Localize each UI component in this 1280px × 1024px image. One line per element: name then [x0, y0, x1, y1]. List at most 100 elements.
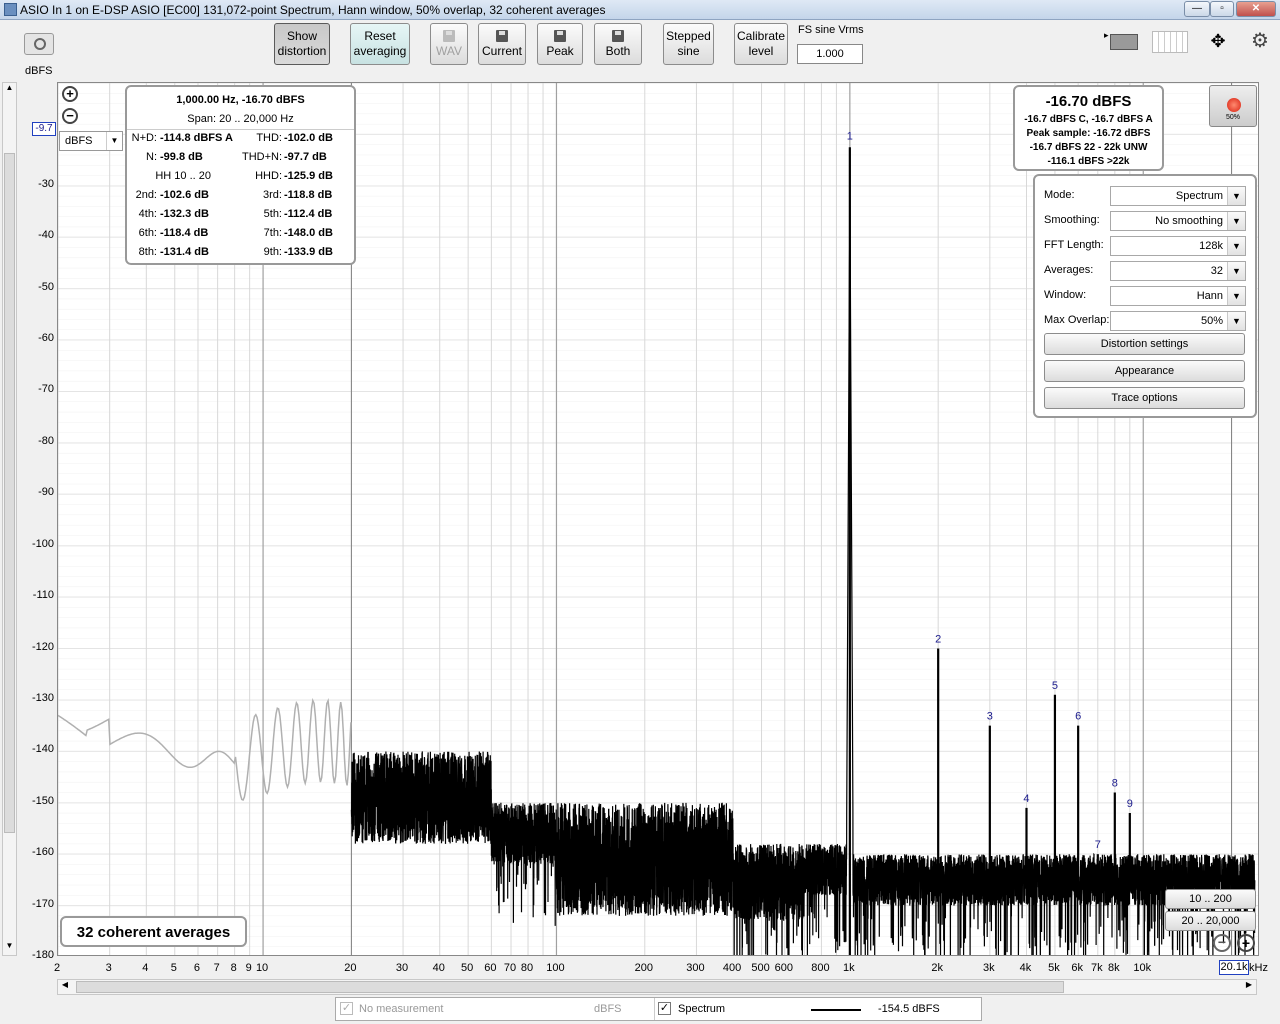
scroll-down-icon[interactable]: ▼ [3, 941, 16, 955]
range-20-20000-button[interactable]: 20 .. 20,000 [1165, 911, 1256, 931]
no-measurement-label: No measurement [359, 1003, 444, 1015]
chevron-down-icon: ▼ [1227, 262, 1245, 280]
reset-averaging-button[interactable]: Reset averaging [350, 23, 410, 65]
settings-dropdown[interactable]: 128k ▼ [1110, 236, 1246, 256]
y-tick-label: -50 [38, 280, 54, 293]
maximize-button[interactable]: ▫ [1210, 1, 1234, 17]
distortion-settings-button[interactable]: Distortion settings [1044, 333, 1245, 355]
settings-dropdown[interactable]: No smoothing ▼ [1110, 211, 1246, 231]
averages-badge-text: 32 coherent averages [76, 924, 231, 941]
y-tick-label: -170 [31, 897, 54, 910]
show-distortion-button[interactable]: Show distortion [274, 23, 330, 65]
scroll-left-icon[interactable]: ◀ [58, 980, 72, 994]
y-tick-label: -150 [31, 794, 54, 807]
distortion-value: -125.9 dB [284, 170, 333, 182]
distortion-label: N+D: [131, 132, 157, 144]
chevron-down-icon: ▼ [1227, 187, 1245, 205]
calibrate-level-button[interactable]: Calibrate level [734, 23, 788, 65]
wav-button[interactable]: WAV [430, 23, 468, 65]
fs-sine-label: FS sine Vrms [798, 24, 864, 36]
graph-layout-icon[interactable]: ▸ [1104, 30, 1140, 54]
chevron-down-icon: ▼ [1227, 237, 1245, 255]
zoom-in-icon[interactable]: + [1237, 934, 1255, 952]
close-button[interactable]: ✕ [1236, 1, 1276, 17]
distortion-panel: 1,000.00 Hz, -16.70 dBFS Span: 20 .. 20,… [125, 85, 356, 265]
chevron-down-icon: ▼ [106, 132, 122, 150]
grid-layout-icon[interactable] [1152, 31, 1188, 53]
save-icon [443, 29, 455, 42]
vertical-scroll-thumb[interactable] [4, 153, 15, 833]
camera-icon[interactable] [24, 33, 54, 55]
settings-dropdown[interactable]: 50% ▼ [1110, 311, 1246, 331]
settings-dropdown[interactable]: Spectrum ▼ [1110, 186, 1246, 206]
harmonic-label: 5 [1052, 680, 1058, 692]
level-line-4: -116.1 dBFS >22k [1047, 156, 1130, 167]
unit-select[interactable]: dBFS ▼ [59, 131, 123, 151]
gear-icon[interactable]: ⚙ [1248, 30, 1272, 54]
harmonic-label: 3 [987, 711, 993, 723]
no-measurement-checkbox[interactable]: ✓ [340, 1002, 353, 1015]
record-percent: 50% [1225, 114, 1240, 121]
pan-arrows-icon[interactable]: ✥ [1200, 30, 1236, 54]
level-line-2: Peak sample: -16.72 dBFS [1026, 128, 1151, 139]
y-tick-label: -70 [38, 383, 54, 396]
record-button[interactable]: 50% [1209, 85, 1257, 127]
settings-label: Mode: [1044, 189, 1075, 201]
zoom-out-icon[interactable]: − [1213, 934, 1231, 952]
distortion-header: 1,000.00 Hz, -16.70 dBFS [176, 94, 305, 106]
y-cursor-readout: -9.7 [32, 122, 56, 136]
trace-options-button[interactable]: Trace options [1044, 387, 1245, 409]
distortion-label: 6th: [138, 227, 157, 239]
minimize-button[interactable]: — [1184, 1, 1210, 17]
y-tick-label: -110 [32, 589, 54, 602]
scroll-right-icon[interactable]: ▶ [1242, 980, 1256, 994]
distortion-label: 9th: [263, 246, 282, 258]
distortion-label: 3rd: [263, 189, 282, 201]
appearance-button[interactable]: Appearance [1044, 360, 1245, 382]
x-tick-label: 30 [395, 962, 409, 974]
distortion-value: -112.4 dB [284, 208, 333, 220]
horizontal-scrollbar[interactable]: ◀ ▶ [57, 979, 1257, 995]
y-unit-label: dBFS [25, 65, 53, 77]
x-tick-label: 5 [170, 962, 177, 974]
distortion-value: -133.9 dB [284, 246, 333, 258]
fs-sine-input[interactable]: 1.000 [797, 44, 863, 64]
vertical-scrollbar[interactable]: ▲ ▼ [2, 82, 17, 956]
settings-label: Averages: [1044, 264, 1094, 276]
chevron-down-icon: ▼ [1227, 312, 1245, 330]
show-distortion-label-2: distortion [277, 44, 327, 58]
wav-label: WAV [436, 43, 462, 58]
save-peak-button[interactable]: Peak [537, 23, 583, 65]
x-tick-label: 5k [1048, 962, 1060, 974]
level-line-1: -16.7 dBFS C, -16.7 dBFS A [1024, 114, 1153, 125]
harmonic-label: 9 [1127, 798, 1133, 810]
zoom-out-icon[interactable]: − [62, 108, 78, 124]
distortion-value: -118.8 dB [284, 189, 333, 201]
y-tick-label: -60 [38, 332, 54, 345]
calibrate-level-label-2: level [748, 44, 774, 58]
range-10-200-button[interactable]: 10 .. 200 [1165, 889, 1256, 909]
x-tick-label: 200 [634, 962, 653, 974]
level-main: -16.70 dBFS [1045, 93, 1132, 110]
settings-dropdown[interactable]: 32 ▼ [1110, 261, 1246, 281]
x-tick-label: 4k [1019, 962, 1032, 974]
save-icon [554, 29, 566, 42]
stepped-sine-button[interactable]: Stepped sine [663, 23, 714, 65]
save-current-button[interactable]: Current [478, 23, 526, 65]
distortion-label: THD+N: [241, 151, 282, 163]
save-both-button[interactable]: Both [594, 23, 642, 65]
spectrum-checkbox[interactable]: ✓ [658, 1002, 671, 1015]
y-tick-label: -180 [31, 949, 54, 961]
settings-dropdown[interactable]: Hann ▼ [1110, 286, 1246, 306]
title-bar: ASIO In 1 on E-DSP ASIO [EC00] 131,072-p… [0, 0, 1280, 20]
reset-averaging-label-1: Reset [364, 29, 396, 43]
distortion-span: Span: 20 .. 20,000 Hz [187, 113, 294, 125]
y-tick-label: -100 [31, 537, 54, 550]
horizontal-scroll-thumb[interactable] [76, 981, 1064, 993]
chevron-down-icon: ▼ [1227, 287, 1245, 305]
y-tick-label: -90 [38, 486, 54, 499]
scroll-up-icon[interactable]: ▲ [3, 83, 16, 97]
settings-label: Smoothing: [1044, 214, 1100, 226]
zoom-in-icon[interactable]: + [62, 86, 78, 102]
save-icon [612, 29, 624, 42]
